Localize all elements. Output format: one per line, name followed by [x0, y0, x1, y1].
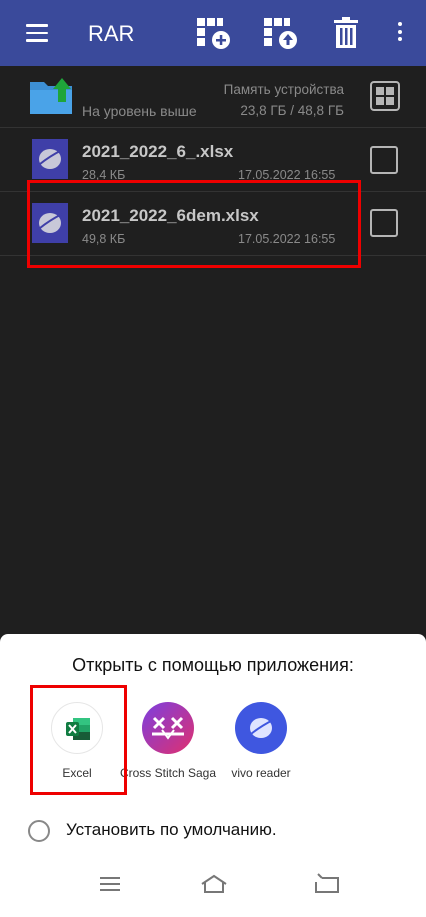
storage-usage: 23,8 ГБ / 48,8 ГБ [240, 103, 344, 118]
file-icon [32, 139, 68, 179]
app-label: vivo reader [231, 766, 291, 780]
file-checkbox[interactable] [370, 209, 398, 237]
file-checkbox[interactable] [370, 146, 398, 174]
highlight-box-excel [30, 685, 127, 795]
menu-nav-icon[interactable] [96, 872, 126, 896]
set-default-radio[interactable] [28, 820, 50, 842]
folder-up-icon [30, 78, 72, 114]
menu-icon[interactable] [26, 24, 48, 42]
go-up-label: На уровень выше [82, 103, 197, 119]
go-up-row[interactable]: На уровень выше Память устройства 23,8 Г… [0, 66, 426, 126]
highlight-box-file [27, 180, 361, 268]
back-nav-icon[interactable] [312, 872, 342, 896]
home-nav-icon[interactable] [199, 872, 229, 896]
more-vertical-icon[interactable] [392, 22, 408, 46]
storage-label: Память устройства [223, 82, 344, 97]
vivo-reader-icon [235, 702, 287, 754]
top-toolbar: RAR [0, 0, 426, 66]
app-option-cross-stitch-saga[interactable]: Cross Stitch Saga [118, 702, 218, 781]
set-default-label: Установить по умолчанию. [66, 820, 277, 839]
file-name: 2021_2022_6_.xlsx [82, 142, 234, 161]
trash-icon[interactable] [330, 16, 366, 50]
add-to-archive-icon[interactable] [195, 16, 231, 50]
grid-view-icon[interactable] [370, 81, 400, 111]
extract-icon[interactable] [262, 16, 298, 50]
cross-stitch-saga-icon [142, 702, 194, 754]
app-label: Cross Stitch Saga [119, 766, 217, 780]
sheet-title: Открыть с помощью приложения: [72, 655, 354, 675]
app-title: RAR [88, 21, 135, 46]
app-option-vivo-reader[interactable]: vivo reader [211, 702, 311, 781]
